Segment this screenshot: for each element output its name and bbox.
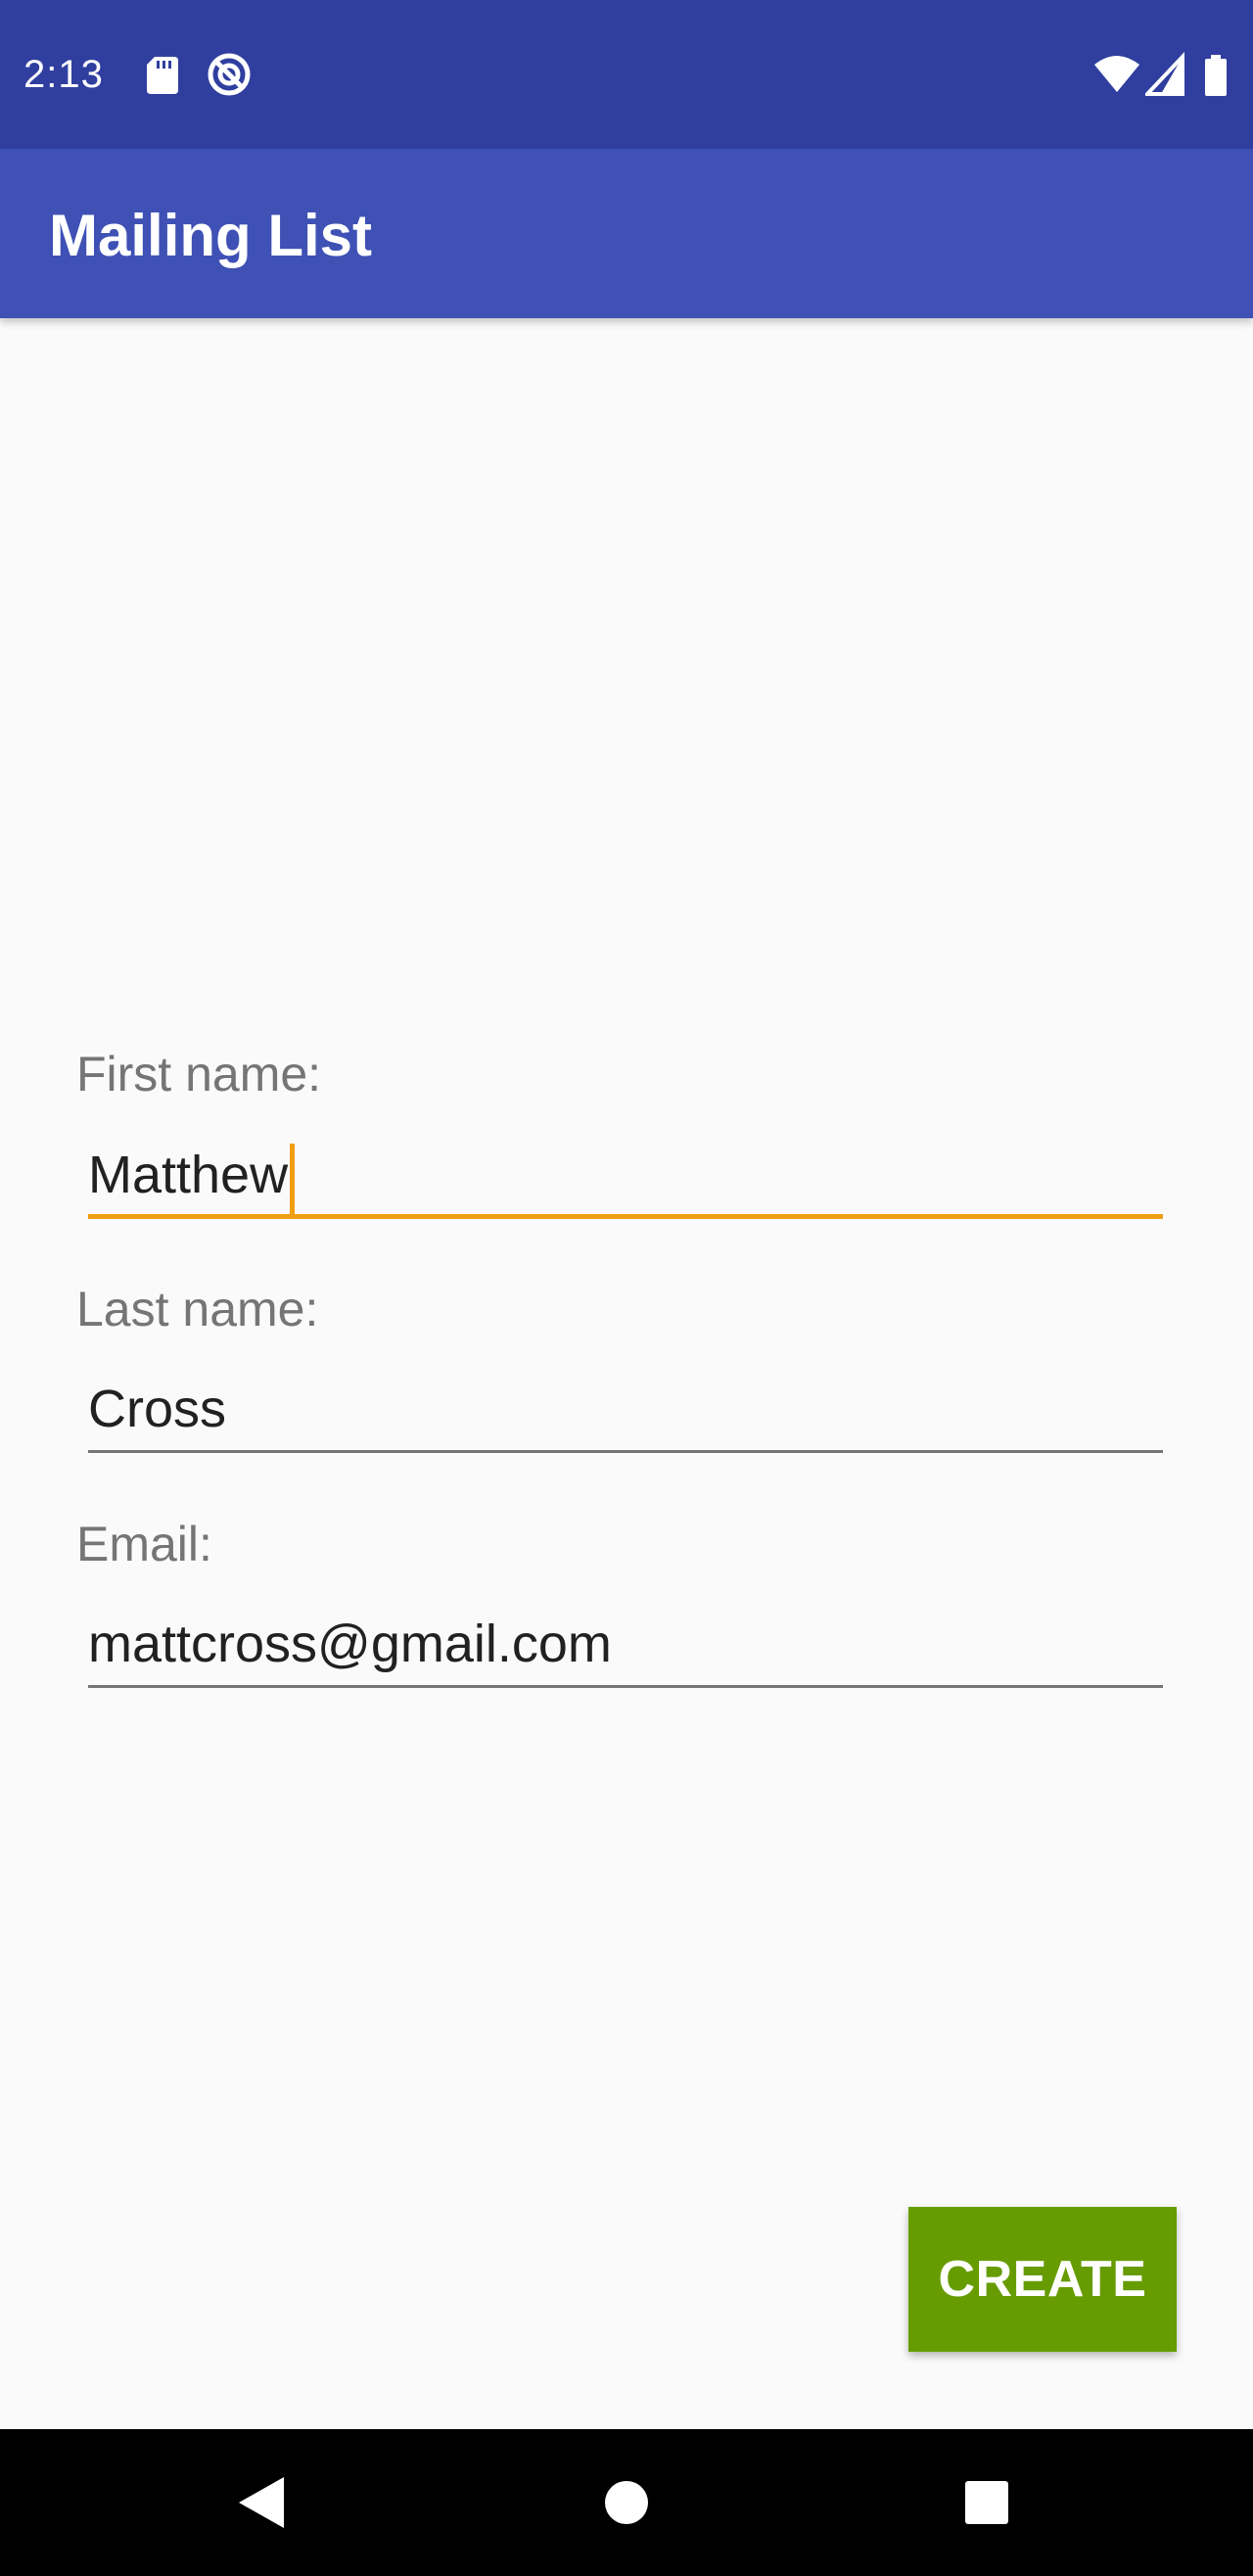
home-icon <box>605 2481 648 2524</box>
first-name-label: First name: <box>76 1047 322 1101</box>
first-name-field[interactable]: Matthew <box>88 1131 1163 1219</box>
last-name-label: Last name: <box>76 1282 319 1336</box>
navigation-bar <box>0 2429 1253 2576</box>
email-label: Email: <box>76 1517 212 1571</box>
status-bar: 2:13 <box>0 0 1253 149</box>
app-title: Mailing List <box>49 203 372 268</box>
recents-icon <box>965 2481 1008 2524</box>
create-button[interactable]: CREATE <box>908 2207 1177 2352</box>
app-bar: Mailing List <box>0 149 1253 318</box>
last-name-value: Cross <box>88 1380 227 1438</box>
wifi-icon <box>1094 56 1139 92</box>
email-value: mattcross@gmail.com <box>88 1615 612 1673</box>
text-cursor <box>290 1143 296 1214</box>
back-icon <box>239 2477 284 2528</box>
nav-home-button[interactable] <box>548 2429 705 2576</box>
cell-signal-icon <box>1145 51 1184 96</box>
last-name-field[interactable]: Cross <box>88 1365 1163 1453</box>
status-time: 2:13 <box>23 53 104 96</box>
battery-icon <box>1205 55 1227 96</box>
nav-recents-button[interactable] <box>908 2429 1065 2576</box>
email-field[interactable]: mattcross@gmail.com <box>88 1600 1163 1688</box>
sd-card-icon <box>147 57 178 94</box>
nav-back-button[interactable] <box>184 2429 341 2576</box>
do-not-disturb-icon <box>208 53 251 96</box>
first-name-value: Matthew <box>88 1146 289 1204</box>
